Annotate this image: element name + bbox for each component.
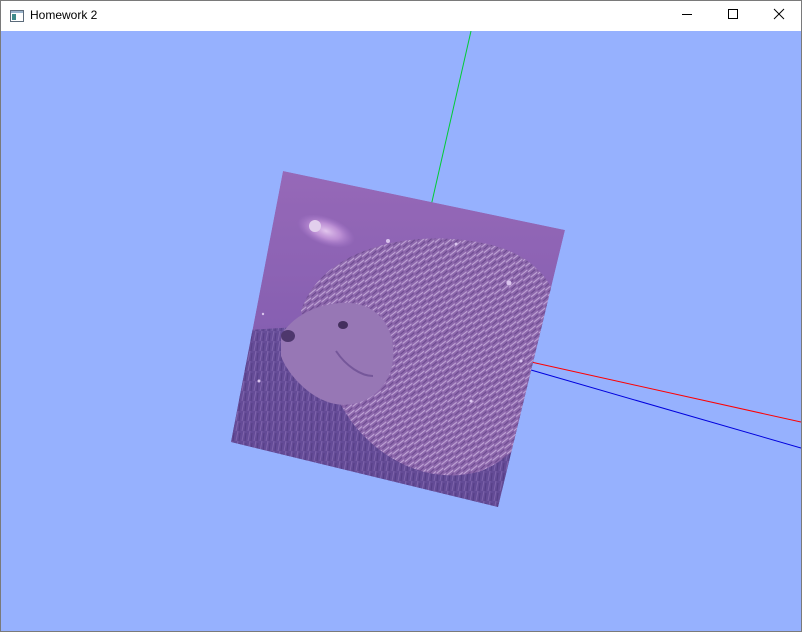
title-bar[interactable]: Homework 2	[1, 1, 801, 31]
maximize-icon	[727, 7, 739, 25]
scene-canvas	[1, 31, 801, 631]
window-title: Homework 2	[30, 8, 98, 22]
minimize-button[interactable]	[664, 1, 710, 31]
close-icon	[773, 7, 785, 25]
minimize-icon	[681, 7, 693, 25]
maximize-button[interactable]	[710, 1, 756, 31]
app-window: Homework 2	[0, 0, 802, 632]
app-window-icon	[10, 9, 24, 22]
close-button[interactable]	[756, 1, 802, 31]
render-viewport[interactable]	[1, 31, 801, 631]
